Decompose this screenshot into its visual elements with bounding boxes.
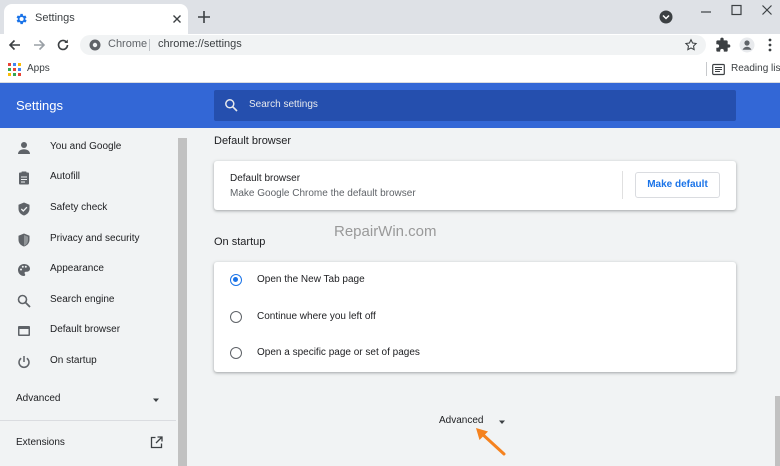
person-icon — [17, 141, 31, 155]
radio-unchecked-icon[interactable] — [230, 311, 242, 323]
power-icon — [17, 355, 31, 369]
bookmarks-separator — [706, 62, 707, 76]
settings-header: Settings Search settings — [0, 83, 780, 128]
url-text[interactable]: chrome://settings — [158, 38, 242, 50]
browser-icon — [17, 324, 31, 338]
make-default-button[interactable]: Make default — [635, 172, 720, 198]
radio-label: Open a specific page or set of pages — [257, 347, 420, 358]
forward-icon[interactable] — [31, 37, 47, 53]
reading-list-icon[interactable] — [712, 63, 725, 76]
address-separator — [149, 39, 150, 51]
sidebar-item-autofill[interactable]: Autofill — [0, 164, 176, 192]
default-browser-card: Default browser Make Google Chrome the d… — [214, 161, 736, 210]
sidebar-item-safety-check[interactable]: Safety check — [0, 195, 176, 223]
sidebar-scrollbar[interactable] — [178, 138, 187, 466]
gear-icon — [14, 12, 28, 26]
sidebar-item-label: You and Google — [50, 141, 122, 152]
sidebar-item-appearance[interactable]: Appearance — [0, 256, 176, 284]
menu-kebab-icon[interactable] — [765, 37, 775, 53]
tab-search-icon[interactable] — [658, 9, 674, 25]
back-icon[interactable] — [7, 37, 23, 53]
sidebar-item-label: Safety check — [50, 202, 108, 213]
bookmarks-bar: Apps Reading list — [0, 56, 780, 83]
chrome-site-icon — [88, 38, 102, 52]
on-startup-card: Open the New Tab page Continue where you… — [214, 262, 736, 372]
reading-list-link[interactable]: Reading list — [731, 63, 780, 74]
sidebar-item-label: Privacy and security — [50, 233, 140, 244]
radio-unchecked-icon[interactable] — [230, 347, 242, 359]
sidebar-item-privacy-and-security[interactable]: Privacy and security — [0, 226, 176, 254]
close-tab-icon[interactable] — [170, 12, 184, 26]
sidebar-item-label: Appearance — [50, 263, 104, 274]
apps-grid-icon[interactable] — [8, 63, 21, 76]
reload-icon[interactable] — [55, 37, 71, 53]
tab-settings[interactable]: Settings — [4, 4, 188, 34]
address-bar[interactable]: Chrome chrome://settings — [80, 35, 706, 55]
sidebar-divider — [0, 420, 176, 421]
profile-avatar-icon[interactable] — [739, 37, 755, 53]
apps-link[interactable]: Apps — [27, 63, 50, 74]
sidebar-item-on-startup[interactable]: On startup — [0, 348, 176, 376]
extensions-puzzle-icon[interactable] — [715, 37, 731, 53]
new-tab-icon[interactable] — [196, 9, 212, 25]
search-icon — [17, 294, 31, 308]
minimize-icon[interactable] — [696, 2, 716, 22]
advanced-toggle[interactable]: Advanced — [439, 415, 483, 426]
card-separator — [622, 171, 623, 199]
sidebar-item-label: Autofill — [50, 171, 81, 182]
radio-label: Continue where you left off — [257, 311, 376, 322]
browser-toolbar: Chrome chrome://settings — [0, 34, 780, 56]
sidebar-item-label: On startup — [50, 355, 97, 366]
clipboard-icon — [17, 171, 31, 185]
shield-check-icon — [17, 202, 31, 216]
settings-sidebar: You and Google Autofill Safety check Pri… — [0, 128, 188, 466]
close-window-icon[interactable] — [757, 2, 777, 22]
default-browser-row-subtitle: Make Google Chrome the default browser — [230, 188, 416, 199]
default-browser-section-title: Default browser — [214, 135, 292, 147]
shield-icon — [17, 233, 31, 247]
open-in-new-icon[interactable] — [150, 436, 163, 449]
radio-checked-icon[interactable] — [230, 274, 242, 286]
annotation-arrow-icon — [474, 426, 508, 458]
startup-option-new-tab[interactable]: Open the New Tab page — [214, 262, 736, 298]
radio-label: Open the New Tab page — [257, 274, 365, 285]
maximize-icon[interactable] — [727, 2, 747, 22]
sidebar-item-search-engine[interactable]: Search engine — [0, 287, 176, 315]
on-startup-section-title: On startup — [214, 236, 266, 248]
default-browser-row-title: Default browser — [230, 173, 301, 184]
sidebar-advanced-toggle[interactable]: Advanced — [16, 393, 60, 404]
startup-option-continue[interactable]: Continue where you left off — [214, 299, 736, 335]
startup-option-specific-pages[interactable]: Open a specific page or set of pages — [214, 335, 736, 371]
watermark-text: RepairWin.com — [334, 223, 437, 240]
palette-icon — [17, 263, 31, 277]
caret-down-icon[interactable] — [151, 395, 161, 405]
site-chip: Chrome — [108, 38, 148, 50]
sidebar-item-default-browser[interactable]: Default browser — [0, 317, 176, 345]
search-settings-input[interactable]: Search settings — [214, 90, 736, 121]
search-placeholder: Search settings — [249, 99, 318, 110]
sidebar-item-extensions[interactable]: Extensions — [16, 437, 65, 448]
search-icon — [224, 98, 238, 112]
main-scrollbar[interactable] — [775, 396, 780, 466]
sidebar-item-label: Default browser — [50, 324, 121, 335]
tab-strip: Settings — [0, 0, 780, 34]
sidebar-item-you-and-google[interactable]: You and Google — [0, 134, 176, 162]
settings-main: Default browser Default browser Make Goo… — [188, 128, 780, 466]
page-title: Settings — [16, 98, 63, 113]
bookmark-star-icon[interactable] — [684, 38, 698, 52]
tab-title: Settings — [35, 12, 75, 24]
sidebar-item-label: Search engine — [50, 294, 115, 305]
